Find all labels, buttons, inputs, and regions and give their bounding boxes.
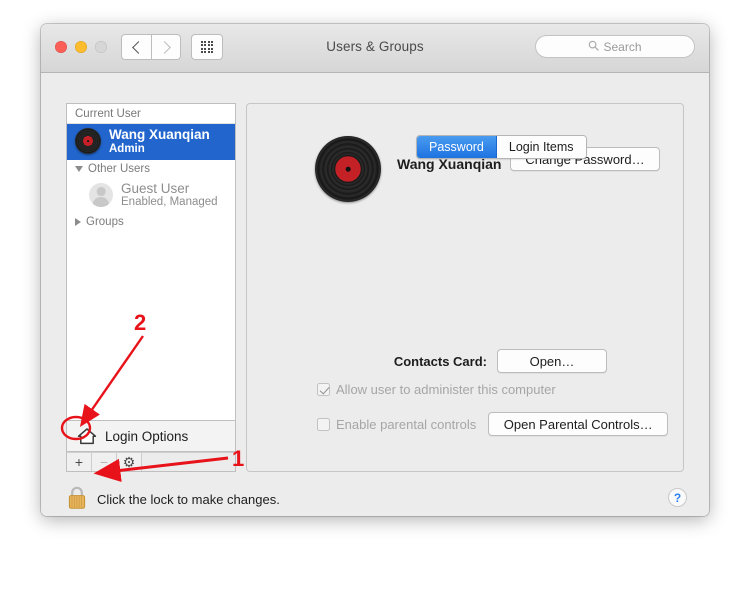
allow-admin-checkbox-row[interactable]: Allow user to administer this computer (317, 382, 556, 397)
login-options-item[interactable]: Login Options (66, 421, 236, 452)
current-user-header: Current User (67, 104, 235, 124)
sidebar-item-guest-user[interactable]: Guest User Enabled, Managed (67, 178, 235, 214)
toolbar-spacer (142, 453, 235, 471)
padlock-locked-icon[interactable] (66, 485, 88, 511)
guest-user-name: Guest User (121, 180, 190, 196)
tab-password[interactable]: Password (417, 136, 497, 158)
login-options-label: Login Options (105, 428, 189, 444)
window-titlebar: Users & Groups Search (41, 24, 709, 73)
users-list: Current User Wang Xuanqian Admin Other U… (66, 103, 236, 421)
gear-icon[interactable]: ⚙ (117, 453, 142, 471)
help-button[interactable]: ? (668, 488, 687, 507)
add-user-button[interactable]: + (67, 453, 92, 471)
other-users-header[interactable]: Other Users (67, 160, 235, 178)
open-parental-controls-button[interactable]: Open Parental Controls… (488, 412, 669, 436)
groups-label: Groups (86, 216, 124, 229)
users-and-groups-window: Users & Groups Search Current User Wang … (41, 24, 709, 516)
search-placeholder: Search (603, 39, 642, 54)
disclosure-triangle-closed-icon[interactable] (75, 218, 81, 227)
tab-login-items[interactable]: Login Items (496, 136, 586, 158)
groups-header[interactable]: Groups (67, 213, 235, 231)
guest-user-texts: Guest User Enabled, Managed (121, 181, 218, 210)
window-body: Current User Wang Xuanqian Admin Other U… (41, 73, 709, 516)
current-user-name: Wang Xuanqian (109, 127, 210, 142)
lock-hint-text: Click the lock to make changes. (97, 492, 280, 507)
current-user-role: Admin (109, 142, 145, 155)
open-contacts-card-button[interactable]: Open… (497, 349, 607, 373)
generic-person-avatar (89, 183, 113, 208)
remove-user-button[interactable]: − (92, 453, 117, 471)
parental-controls-row[interactable]: Enable parental controls Open Parental C… (317, 412, 669, 436)
vinyl-record-avatar (75, 128, 101, 155)
enable-parental-controls-label: Enable parental controls (336, 416, 477, 432)
allow-admin-checkbox[interactable] (317, 383, 330, 396)
home-icon (77, 427, 97, 445)
search-icon (588, 38, 600, 56)
sidebar-item-current-user[interactable]: Wang Xuanqian Admin (67, 124, 235, 160)
guest-user-status: Enabled, Managed (121, 196, 218, 209)
disclosure-triangle-open-icon[interactable] (75, 165, 83, 172)
users-list-toolbar: + − ⚙ (66, 452, 236, 472)
allow-admin-label: Allow user to administer this computer (336, 382, 556, 397)
other-users-label: Other Users (88, 162, 150, 175)
enable-parental-controls-checkbox[interactable] (317, 417, 330, 431)
profile-vinyl-record-avatar[interactable] (315, 136, 381, 202)
contacts-card-row: Contacts Card: Open… (247, 349, 683, 373)
search-input[interactable]: Search (535, 35, 695, 58)
pane-tabs: Password Login Items (416, 135, 587, 159)
current-user-texts: Wang Xuanqian Admin (109, 127, 210, 156)
contacts-card-label: Contacts Card: (393, 353, 487, 369)
